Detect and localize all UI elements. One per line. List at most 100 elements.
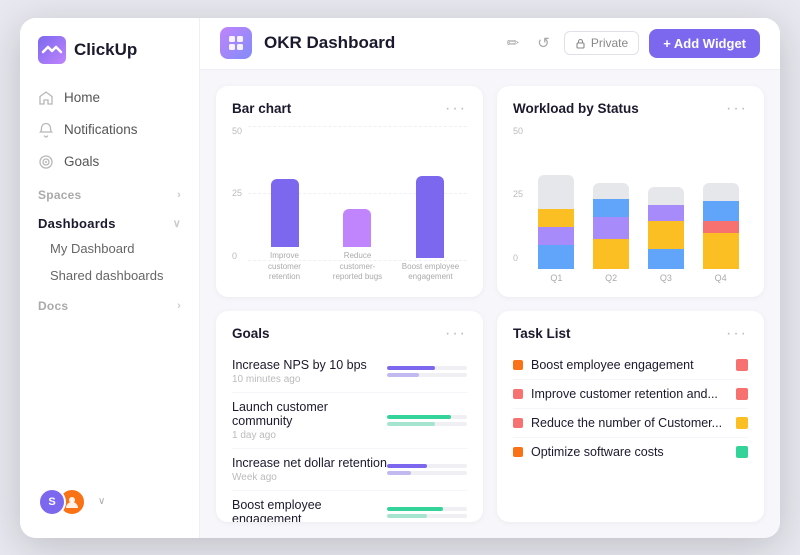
add-widget-button[interactable]: + Add Widget — [649, 29, 760, 58]
sidebar-item-my-dashboard[interactable]: My Dashboard — [20, 235, 199, 262]
stacked-q1: Q1 — [538, 175, 574, 283]
task-item-3: Optimize software costs — [513, 438, 748, 466]
bars-container: Improve customer retention Reduce custom… — [248, 126, 467, 283]
goal-name-2: Increase net dollar retention — [232, 456, 387, 470]
chevron-right-icon-docs: › — [177, 300, 181, 312]
avatar-s: S — [38, 488, 66, 516]
task-list-title: Task List — [513, 326, 571, 341]
dashboard-icon — [220, 27, 252, 59]
task-dot-0 — [513, 360, 523, 370]
q2-seg1 — [593, 199, 629, 217]
goal-item-0: Increase NPS by 10 bps 10 minutes ago — [232, 351, 467, 393]
edit-button[interactable]: ✏ — [503, 30, 524, 56]
q4-seg3 — [703, 233, 739, 269]
goals-card-menu[interactable]: ··· — [445, 325, 467, 343]
goal-name-1: Launch customer community — [232, 400, 387, 428]
sidebar-item-home[interactable]: Home — [20, 82, 199, 114]
q3-seg2 — [648, 221, 684, 249]
bar-2 — [416, 176, 444, 258]
bar-1 — [343, 209, 371, 247]
bar-group-1: Reduce customer-reported bugs — [327, 209, 387, 282]
sidebar-item-notifications[interactable]: Notifications — [20, 114, 199, 146]
q4-seg1 — [703, 201, 739, 221]
task-name-1: Improve customer retention and... — [531, 387, 728, 401]
task-dot-3 — [513, 447, 523, 457]
workload-menu[interactable]: ··· — [726, 100, 748, 118]
home-icon — [38, 90, 54, 106]
bar-0 — [271, 179, 299, 247]
q1-label: Q1 — [550, 273, 562, 283]
q2-bar — [593, 183, 629, 269]
bar-chart-title: Bar chart — [232, 101, 291, 116]
chevron-right-icon: › — [177, 189, 181, 201]
goal-item-3: Boost employee engagement — [232, 491, 467, 522]
task-list-header: Task List ··· — [513, 325, 748, 343]
goal-bar-3 — [387, 507, 467, 518]
sidebar-item-goals-label: Goals — [64, 154, 99, 169]
task-flag-0 — [736, 359, 748, 371]
bar-chart-header: Bar chart ··· — [232, 100, 467, 118]
task-dot-1 — [513, 389, 523, 399]
clickup-logo-icon — [38, 36, 66, 64]
q3-seg0 — [648, 187, 684, 205]
task-list-menu[interactable]: ··· — [726, 325, 748, 343]
task-flag-1 — [736, 388, 748, 400]
q3-seg1 — [648, 205, 684, 221]
bell-icon — [38, 122, 54, 138]
q1-seg3 — [538, 245, 574, 269]
task-flag-3 — [736, 446, 748, 458]
task-flag-2 — [736, 417, 748, 429]
goal-bar-1 — [387, 415, 467, 426]
goal-info-0: Increase NPS by 10 bps 10 minutes ago — [232, 358, 387, 385]
bar-chart-y-labels: 50 25 0 — [232, 126, 242, 283]
q3-seg3 — [648, 249, 684, 269]
task-name-2: Reduce the number of Customer... — [531, 416, 728, 430]
grid-icon — [227, 34, 245, 52]
lock-icon — [575, 38, 586, 49]
q1-seg2 — [538, 227, 574, 245]
task-name-0: Boost employee engagement — [531, 358, 728, 372]
sidebar-item-goals[interactable]: Goals — [20, 146, 199, 178]
workload-card: Workload by Status ··· 50 25 0 — [497, 86, 764, 297]
q4-label: Q4 — [715, 273, 727, 283]
user-icon — [65, 495, 79, 509]
goal-bar-0 — [387, 366, 467, 377]
q2-seg3 — [593, 239, 629, 269]
task-list-card: Task List ··· Boost employee engagement … — [497, 311, 764, 522]
workload-chart-area: 50 25 0 — [513, 126, 748, 283]
target-icon — [38, 154, 54, 170]
main-content: OKR Dashboard ✏ ↺ Private + Add Widget B… — [200, 18, 780, 538]
page-title: OKR Dashboard — [264, 33, 395, 53]
goals-card: Goals ··· Increase NPS by 10 bps 10 minu… — [216, 311, 483, 522]
q4-seg0 — [703, 183, 739, 201]
sidebar-item-shared-dashboards[interactable]: Shared dashboards — [20, 262, 199, 289]
avatar-group[interactable]: S — [38, 488, 86, 516]
refresh-button[interactable]: ↺ — [533, 30, 554, 56]
q4-seg2 — [703, 221, 739, 233]
private-badge[interactable]: Private — [564, 31, 639, 55]
sidebar-bottom: S ∨ — [20, 478, 199, 526]
private-label: Private — [591, 36, 628, 50]
goal-bar-2 — [387, 464, 467, 475]
task-item-0: Boost employee engagement — [513, 351, 748, 380]
sidebar-section-spaces: Spaces › — [20, 178, 199, 206]
sidebar: ClickUp Home Notifications Goals Spaces … — [20, 18, 200, 538]
sidebar-nav: Home Notifications Goals Spaces › Dashbo… — [20, 78, 199, 478]
bar-label-0: Improve customer retention — [255, 251, 315, 282]
chevron-down-icon: ∨ — [173, 217, 181, 230]
bar-group-0: Improve customer retention — [255, 179, 315, 282]
task-dot-2 — [513, 418, 523, 428]
goal-time-0: 10 minutes ago — [232, 374, 387, 385]
q2-seg2 — [593, 217, 629, 239]
task-list-items: Boost employee engagement Improve custom… — [513, 351, 748, 466]
q2-seg0 — [593, 183, 629, 199]
goal-info-2: Increase net dollar retention Week ago — [232, 456, 387, 483]
q4-bar — [703, 183, 739, 269]
bar-chart-menu[interactable]: ··· — [445, 100, 467, 118]
workload-header: Workload by Status ··· — [513, 100, 748, 118]
goal-time-1: 1 day ago — [232, 430, 387, 441]
stacked-bars: Q1 Q2 — [529, 126, 748, 283]
q3-bar — [648, 187, 684, 269]
sidebar-item-home-label: Home — [64, 90, 100, 105]
goals-card-title: Goals — [232, 326, 270, 341]
